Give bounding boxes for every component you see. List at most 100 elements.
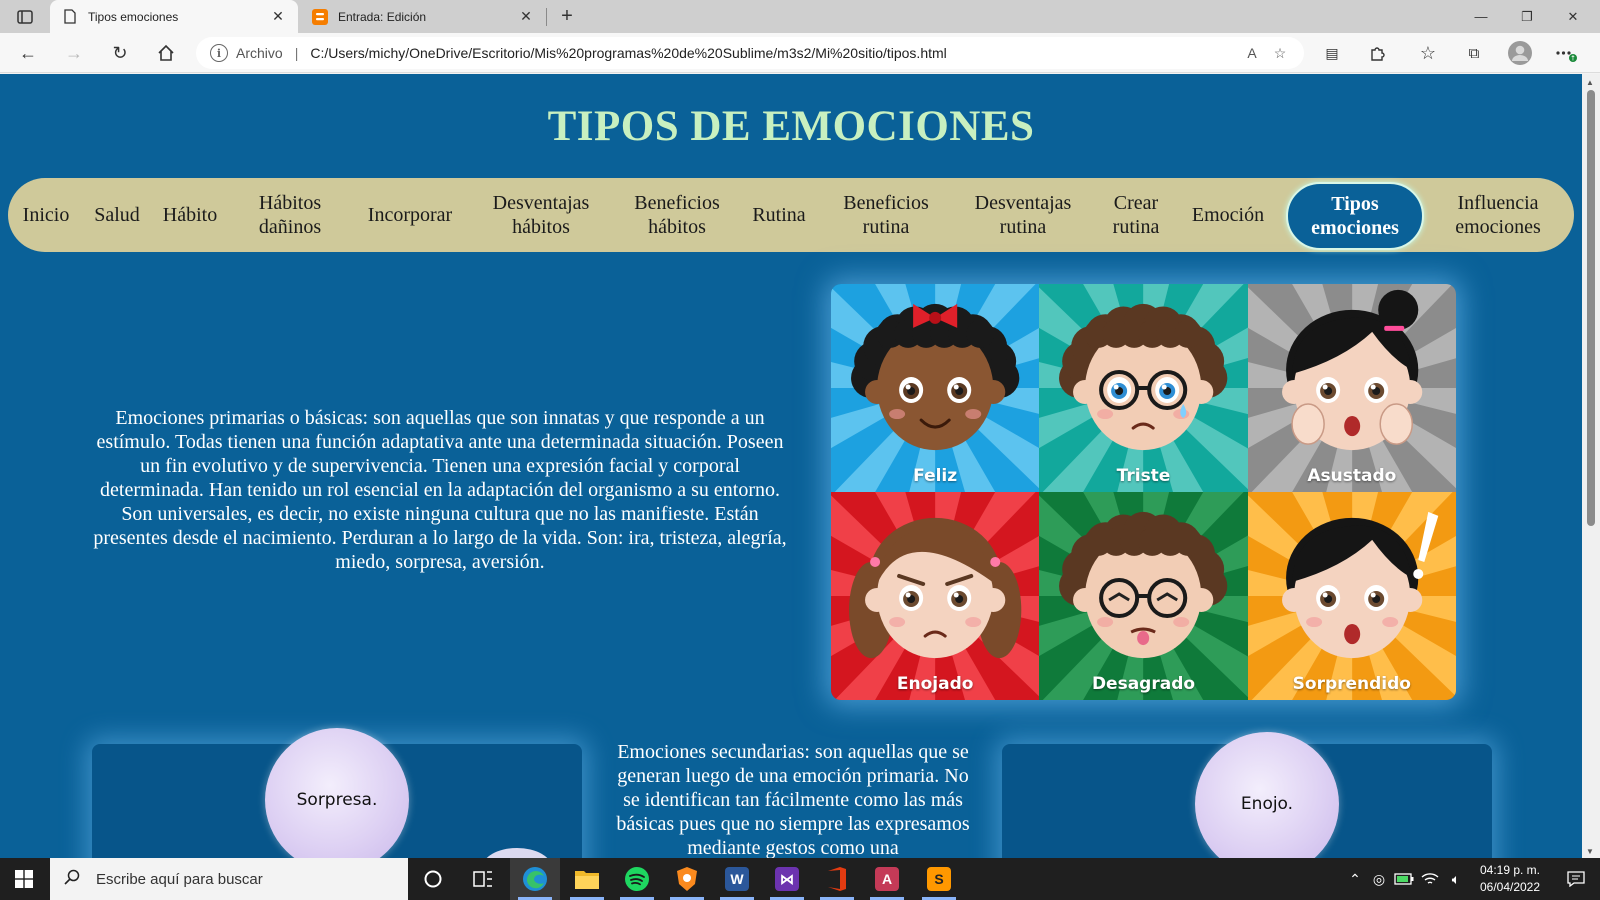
nav-label: hábitos	[648, 216, 706, 238]
scroll-thumb[interactable]	[1587, 90, 1595, 526]
nav-label: Desventajas	[492, 192, 590, 214]
restore-icon[interactable]: ❐	[1504, 0, 1550, 33]
secondary-emotions-text: Emociones secundarias: son aquellas que …	[616, 741, 970, 858]
child-face-illustration	[831, 492, 1040, 700]
tab-entrada-edicion[interactable]: Entrada: Edición ✕	[300, 0, 546, 33]
nav-label: hábitos	[512, 216, 570, 238]
secondary-emotion-card: Sorpresa.	[92, 728, 582, 858]
volume-icon[interactable]: 🔈︎	[1444, 858, 1468, 900]
nav-item-2[interactable]: Hábito	[154, 178, 226, 252]
blogger-icon	[312, 8, 328, 25]
child-face-illustration	[1247, 284, 1456, 492]
close-tab-icon[interactable]: ✕	[516, 8, 536, 25]
address-divider: |	[294, 45, 299, 61]
emotion-caption: Enojado	[896, 674, 974, 694]
nav-item-9[interactable]: Desventajas rutina	[956, 178, 1090, 252]
nav-item-6[interactable]: Beneficios hábitos	[618, 178, 736, 252]
office-icon[interactable]	[812, 858, 862, 900]
minimize-icon[interactable]: —	[1458, 0, 1504, 33]
tab-separator	[546, 8, 547, 26]
emotion-bubble: Enojo.	[1195, 732, 1339, 858]
wifi-icon[interactable]	[1418, 858, 1442, 900]
url-text[interactable]: C:/Users/michy/OneDrive/Escritorio/Mis%2…	[310, 45, 1238, 61]
tab-actions-icon[interactable]	[12, 7, 38, 27]
collections-icon[interactable]: ⧉	[1460, 39, 1488, 67]
word-icon[interactable]: W	[712, 858, 762, 900]
browser-toolbar: ← → ↻ i Archivo | C:/Users/michy/OneDriv…	[0, 33, 1600, 73]
tab-tipos-emociones[interactable]: Tipos emociones ✕	[50, 0, 298, 33]
battery-icon[interactable]	[1392, 858, 1416, 900]
sublime-text-icon[interactable]: S	[914, 858, 964, 900]
nav-label: rutina	[862, 216, 910, 238]
emotion-bubble-partial	[482, 848, 552, 858]
nav-label: Crear	[1113, 192, 1159, 214]
refresh-icon[interactable]: ↻	[106, 39, 134, 67]
taskbar-clock[interactable]: 04:19 p. m. 06/04/2022	[1470, 862, 1550, 896]
nav-label: Hábitos	[258, 192, 322, 214]
profile-avatar[interactable]	[1506, 39, 1534, 67]
add-favorite-icon[interactable]: ☆	[1266, 45, 1294, 62]
nav-item-3[interactable]: Hábitos dañinos	[230, 178, 350, 252]
svg-text:↑: ↑	[1570, 55, 1576, 63]
scroll-up-icon[interactable]: ▲	[1586, 78, 1594, 87]
access-icon[interactable]: A	[862, 858, 912, 900]
nav-label: Salud	[94, 204, 140, 226]
emotion-caption: Feliz	[913, 466, 958, 486]
new-tab-icon[interactable]: +	[556, 4, 578, 28]
nav-item-10[interactable]: Crear rutina	[1098, 178, 1174, 252]
settings-more-icon[interactable]: ↑	[1552, 39, 1580, 67]
emotion-caption: Asustado	[1307, 466, 1397, 486]
emotion-caption: Desagrado	[1091, 674, 1196, 694]
child-face-illustration	[1247, 492, 1456, 700]
visual-studio-icon[interactable]: ⋈	[762, 858, 812, 900]
nav-item-13[interactable]: Influencia emociones	[1428, 178, 1568, 252]
forward-icon[interactable]: →	[60, 39, 88, 67]
favorites-icon[interactable]: ☆	[1414, 39, 1442, 67]
back-icon[interactable]: ←	[14, 39, 42, 67]
task-view-icon[interactable]	[458, 858, 508, 900]
nav-item-7[interactable]: Rutina	[742, 178, 816, 252]
nav-item-0[interactable]: Inicio	[18, 178, 74, 252]
nav-label: Tipos	[1331, 193, 1379, 215]
nav-label: Influencia	[1457, 192, 1539, 214]
nav-label: Incorporar	[367, 204, 453, 226]
emotions-image: Feliz Triste Asustado Enojado Desagrado Sorpr…	[831, 284, 1456, 700]
emotion-caption: Triste	[1116, 466, 1171, 486]
child-face-illustration	[1039, 284, 1248, 492]
close-tab-icon[interactable]: ✕	[268, 8, 288, 25]
main-nav: Inicio Salud Hábito Hábitos dañinos Incorpora…	[8, 178, 1574, 252]
taskbar-search[interactable]: Escribe aquí para buscar	[50, 858, 408, 900]
webcam-icon[interactable]: ◎	[1368, 858, 1390, 900]
nav-item-12[interactable]: Tipos emociones	[1286, 182, 1424, 250]
nav-label: Emoción	[1191, 204, 1265, 226]
home-icon[interactable]	[152, 39, 180, 67]
nav-label: Hábito	[162, 204, 218, 226]
nav-label: Desventajas	[974, 192, 1072, 214]
tray-overflow-icon[interactable]: ⌃	[1344, 858, 1366, 900]
spotify-icon[interactable]	[612, 858, 662, 900]
brave-browser-icon[interactable]	[662, 858, 712, 900]
nav-item-5[interactable]: Desventajas hábitos	[466, 178, 616, 252]
emotion-caption: Sorprendido	[1292, 674, 1411, 694]
nav-item-11[interactable]: Emoción	[1178, 178, 1278, 252]
nav-item-4[interactable]: Incorporar	[350, 178, 470, 252]
nav-item-8[interactable]: Beneficios rutina	[820, 178, 952, 252]
file-explorer-icon[interactable]	[562, 858, 612, 900]
vertical-scrollbar[interactable]: ▲ ▼	[1582, 74, 1600, 858]
cortana-icon[interactable]	[408, 858, 458, 900]
extensions-icon[interactable]	[1364, 39, 1392, 67]
nav-label: dañinos	[258, 216, 322, 238]
nav-label: emociones	[1311, 217, 1399, 239]
nav-label: rutina	[1112, 216, 1160, 238]
address-bar[interactable]: i Archivo | C:/Users/michy/OneDrive/Escr…	[196, 37, 1304, 69]
edge-taskbar-icon[interactable]	[510, 858, 560, 900]
tab-title: Entrada: Edición	[338, 9, 427, 24]
notifications-icon[interactable]	[1556, 858, 1596, 900]
read-aloud-icon[interactable]: A	[1238, 45, 1266, 61]
immersive-reader-icon[interactable]: ▤	[1318, 39, 1346, 67]
nav-item-1[interactable]: Salud	[88, 178, 146, 252]
close-window-icon[interactable]: ✕	[1550, 0, 1596, 33]
info-icon[interactable]: i	[210, 44, 228, 62]
scroll-down-icon[interactable]: ▼	[1586, 847, 1594, 856]
start-button[interactable]	[0, 858, 48, 900]
